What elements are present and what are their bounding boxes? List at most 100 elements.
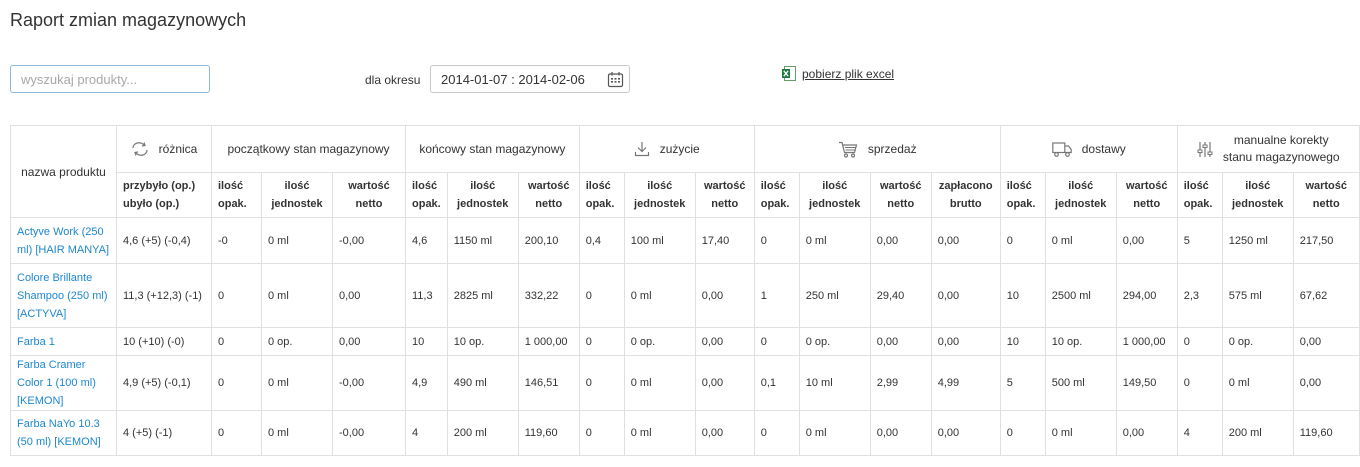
manual-cell: 119,60 [1292, 410, 1360, 456]
subhead-sales-units: ilość jednostek [798, 172, 871, 218]
start-cell: 0 ml [261, 263, 333, 328]
deliveries-cell: 294,00 [1115, 263, 1178, 328]
subhead-line-2: opak. [760, 198, 790, 210]
manual-cell: 0 [1176, 355, 1223, 411]
subhead-line-2: brutto [949, 198, 982, 210]
subhead-diff: przybyło (op.) ubyło (op.) [116, 172, 212, 218]
subhead-line-2: jednostek [1055, 198, 1107, 210]
start-cell: 0 [211, 263, 262, 328]
product-name-cell: Farba 1 [10, 327, 117, 356]
subhead-line-1: ilość [284, 180, 310, 192]
start-cell: 0 [211, 355, 262, 411]
deliveries-cell: 10 [999, 327, 1046, 356]
col-product-name: nazwa produktu [10, 125, 117, 218]
swap-arrows-icon [132, 142, 148, 156]
end-cell: 4,6 [405, 217, 448, 264]
manual-cell: 5 [1176, 217, 1223, 264]
usage-cell: 0 ml [623, 263, 696, 328]
subhead-end-pack: ilość opak. [405, 172, 448, 218]
subhead-line-2: opak. [1183, 198, 1213, 210]
group-sales: sprzedaż [753, 125, 1001, 173]
deliveries-cell: 5 [999, 355, 1046, 411]
end-cell: 10 op. [446, 327, 519, 356]
manual-cell: 4 [1176, 410, 1223, 456]
group-start-stock: początkowy stan magazynowy [211, 125, 406, 173]
end-cell: 4 [405, 410, 448, 456]
excel-download-link[interactable]: pobierz plik excel [802, 67, 894, 81]
start-cell: -0,00 [332, 410, 406, 456]
start-cell: 0 [211, 410, 262, 456]
date-range-value: 2014-01-07 : 2014-02-06 [441, 72, 585, 87]
deliveries-cell: 0 [999, 410, 1046, 456]
subhead-deliveries-units: ilość jednostek [1044, 172, 1117, 218]
diff-cell: 4 (+5) (-1) [116, 410, 212, 456]
subhead-usage-pack: ilość opak. [578, 172, 625, 218]
excel-icon [782, 66, 796, 81]
subhead-line-1: wartość [1125, 180, 1168, 192]
manual-cell: 0 op. [1221, 327, 1294, 356]
product-name-cell: Farba Cramer Color 1 (100 ml) [KEMON] [10, 355, 117, 411]
diff-cell: 4,6 (+5) (-0,4) [116, 217, 212, 264]
end-cell: 490 ml [446, 355, 519, 411]
group-end-stock: końcowy stan magazynowy [405, 125, 580, 173]
sales-cell: 29,40 [869, 263, 932, 328]
subhead-usage-units: ilość jednostek [623, 172, 696, 218]
product-link[interactable]: Colore Brillante Shampoo (250 ml) [ACTYV… [17, 272, 108, 320]
deliveries-cell: 10 [999, 263, 1046, 328]
sales-cell: 250 ml [798, 263, 871, 328]
subhead-line-1: ilość [470, 180, 496, 192]
subhead-line-1: wartość [348, 180, 390, 192]
excel-download[interactable]: pobierz plik excel [782, 66, 894, 81]
usage-cell: 0 [578, 355, 625, 411]
period-label: dla okresu [365, 73, 421, 87]
manual-cell: 200 ml [1221, 410, 1294, 456]
start-cell: 0 ml [261, 410, 333, 456]
group-usage: zużycie [578, 125, 755, 173]
calendar-icon[interactable] [607, 71, 624, 88]
usage-cell: 0,00 [694, 327, 755, 356]
product-link[interactable]: Farba NaYo 10.3 (50 ml) [KEMON] [17, 418, 101, 448]
product-link[interactable]: Actyve Work (250 ml) [HAIR MANYA] [17, 226, 109, 256]
sales-cell: 0,00 [930, 327, 1001, 356]
deliveries-cell: 500 ml [1044, 355, 1117, 411]
usage-cell: 0 [578, 410, 625, 456]
sales-cell: 0,00 [869, 327, 932, 356]
subhead-line-1: wartość [879, 180, 922, 192]
subhead-line-2: jednostek [457, 198, 509, 210]
start-cell: 0,00 [332, 327, 406, 356]
subhead-line-1: zapłacono [938, 180, 993, 192]
product-link[interactable]: Farba 1 [17, 336, 55, 348]
sales-cell: 0 op. [798, 327, 871, 356]
product-link[interactable]: Farba Cramer Color 1 (100 ml) [KEMON] [17, 359, 96, 407]
start-cell: 0 ml [261, 355, 333, 411]
end-cell: 1150 ml [446, 217, 519, 264]
usage-cell: 0 ml [623, 410, 696, 456]
subhead-end-units: ilość jednostek [446, 172, 519, 218]
group-deliveries-label: dostawy [1081, 142, 1126, 156]
sales-cell: 0 [753, 327, 800, 356]
table-row: Colore Brillante Shampoo (250 ml) [ACTYV… [10, 263, 1360, 328]
sales-cell: 10 ml [798, 355, 871, 411]
sales-cell: 1 [753, 263, 800, 328]
col-diff-label: różnica [158, 142, 198, 156]
subhead-line-2: opak. [218, 198, 247, 210]
start-cell: 0 [211, 327, 262, 356]
manual-cell: 0 ml [1221, 355, 1294, 411]
subhead-line-2: jednostek [1232, 198, 1284, 210]
subhead-line-1: ilość [647, 180, 673, 192]
sales-cell: 0,00 [869, 217, 932, 264]
subhead-line-2: opak. [1006, 198, 1036, 210]
usage-cell: 0,00 [694, 410, 755, 456]
date-range-picker[interactable]: 2014-01-07 : 2014-02-06 [430, 65, 630, 93]
sliders-icon [1197, 141, 1213, 157]
subhead-end-net: wartość netto [517, 172, 580, 218]
deliveries-cell: 1 000,00 [1115, 327, 1178, 356]
subhead-deliveries-pack: ilość opak. [999, 172, 1046, 218]
subhead-sales-pack: ilość opak. [753, 172, 800, 218]
truck-icon [1051, 141, 1072, 157]
search-input[interactable] [10, 65, 210, 93]
group-manual-label-1: manualne korekty [1233, 133, 1329, 147]
sales-cell: 0,00 [869, 410, 932, 456]
subhead-line-2: jednostek [809, 198, 861, 210]
table-row: Actyve Work (250 ml) [HAIR MANYA] 4,6 (+5… [10, 217, 1360, 264]
